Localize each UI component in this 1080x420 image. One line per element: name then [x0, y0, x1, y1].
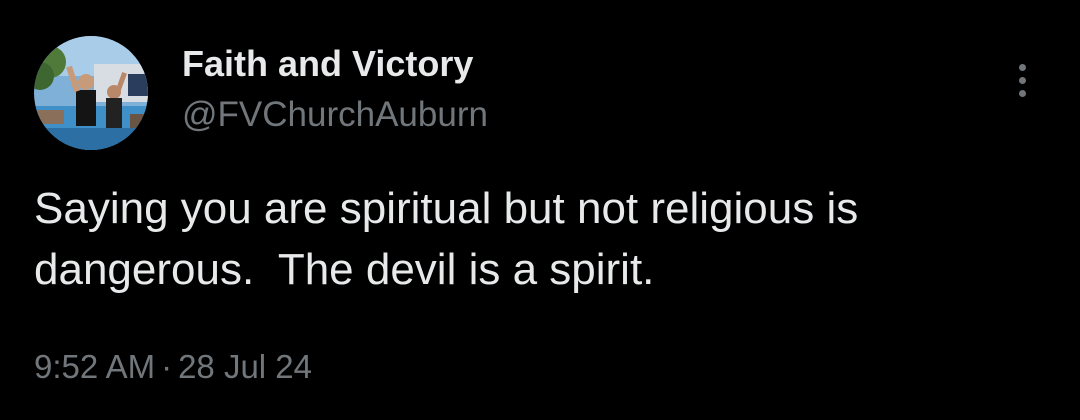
tweet-card: Faith and Victory @FVChurchAuburn Saying…	[0, 0, 1080, 420]
meta-separator: ·	[161, 348, 173, 385]
tweet-time[interactable]: 9:52 AM	[34, 348, 155, 385]
user-handle[interactable]: @FVChurchAuburn	[182, 94, 488, 136]
tweet-date[interactable]: 28 Jul 24	[178, 348, 312, 385]
tweet-timestamp[interactable]: 9:52 AM · 28 Jul 24	[34, 345, 312, 389]
more-vertical-icon	[1019, 90, 1026, 97]
more-vertical-icon	[1019, 77, 1026, 84]
display-name[interactable]: Faith and Victory	[182, 42, 473, 86]
tweet-text: Saying you are spiritual but not religio…	[34, 184, 859, 294]
more-vertical-icon	[1019, 64, 1026, 71]
avatar[interactable]	[34, 36, 148, 150]
avatar-photo-icon	[34, 36, 148, 150]
more-options-button[interactable]	[1008, 58, 1038, 102]
